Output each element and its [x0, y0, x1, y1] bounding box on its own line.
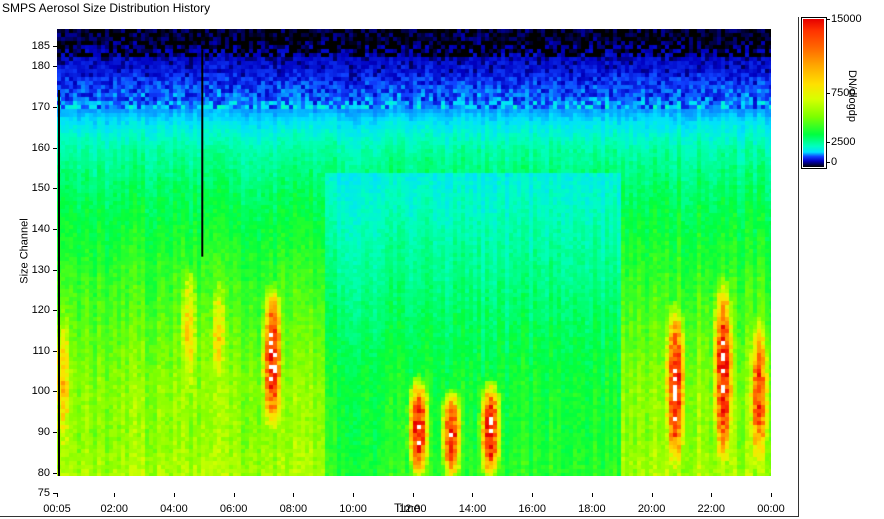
colorbar-tick-mark: [826, 162, 830, 163]
x-tick-label: 14:00: [458, 503, 487, 515]
x-tick-mark: [353, 493, 355, 497]
y-tick-mark: [53, 228, 57, 230]
x-tick-mark: [233, 493, 235, 497]
x-tick-label: 18:00: [578, 503, 606, 515]
x-tick-mark: [114, 493, 116, 497]
x-tick-mark: [651, 493, 653, 497]
y-tick-mark: [53, 106, 57, 108]
x-tick-mark: [57, 493, 58, 497]
y-tick-mark: [53, 391, 57, 393]
x-tick-label: 10:00: [339, 503, 367, 515]
y-tick-label: 170: [31, 100, 50, 113]
y-tick-mark: [53, 472, 57, 474]
colorbar-tick-label: 15000: [831, 13, 862, 25]
y-tick-label: 180: [31, 60, 50, 73]
colorbar-title: DN/dlogdp: [846, 70, 858, 122]
window-title: SMPS Aerosol Size Distribution History: [2, 1, 211, 15]
colorbar-tick-label: 0: [831, 156, 838, 168]
colorbar-tick-mark: [826, 93, 830, 94]
x-tick-label: 02:00: [100, 503, 128, 515]
y-axis-title: Size Channel: [18, 218, 31, 284]
y-tick-mark: [53, 46, 57, 47]
y-tick-label: 160: [31, 141, 50, 154]
x-axis-title: Time: [394, 501, 421, 515]
y-tick-label: 185: [31, 40, 50, 52]
x-tick-mark: [173, 493, 175, 497]
heatmap-plot-area[interactable]: [57, 29, 771, 476]
y-tick-label: 75: [37, 487, 50, 499]
y-tick-mark: [53, 188, 57, 190]
x-tick-label: 08:00: [279, 503, 308, 515]
colorbar-tick-label: 2500: [831, 136, 856, 149]
x-tick-label: 00:05: [43, 503, 71, 515]
y-tick-label: 120: [31, 304, 50, 317]
y-tick-label: 90: [37, 426, 50, 439]
y-tick-label: 80: [37, 466, 50, 479]
x-tick-mark: [711, 493, 713, 497]
y-tick-mark: [53, 310, 57, 312]
x-tick-label: 00:00: [757, 503, 785, 515]
x-tick-label: 04:00: [160, 503, 188, 515]
colorbar-tick-mark: [826, 19, 830, 20]
colorbar-tick-mark: [826, 142, 830, 144]
marker-lines: [58, 49, 204, 476]
x-tick-label: 20:00: [637, 503, 666, 515]
y-tick-mark: [53, 66, 57, 68]
x-tick-mark: [591, 493, 593, 497]
colorbar: [803, 19, 824, 167]
x-tick-mark: [771, 493, 772, 497]
x-tick-mark: [412, 493, 414, 497]
y-tick-label: 100: [31, 385, 50, 398]
y-tick-mark: [53, 432, 57, 434]
y-tick-mark: [53, 147, 57, 149]
y-tick-label: 110: [32, 344, 50, 357]
y-tick-label: 150: [31, 182, 50, 195]
x-tick-label: 06:00: [219, 503, 248, 515]
y-tick-mark: [53, 350, 57, 352]
y-tick-mark: [53, 269, 57, 271]
x-tick-label: 22:00: [697, 503, 726, 515]
x-tick-label: 16:00: [518, 503, 546, 515]
x-tick-mark: [293, 493, 295, 497]
x-tick-mark: [532, 493, 534, 497]
x-tick-mark: [472, 493, 474, 497]
